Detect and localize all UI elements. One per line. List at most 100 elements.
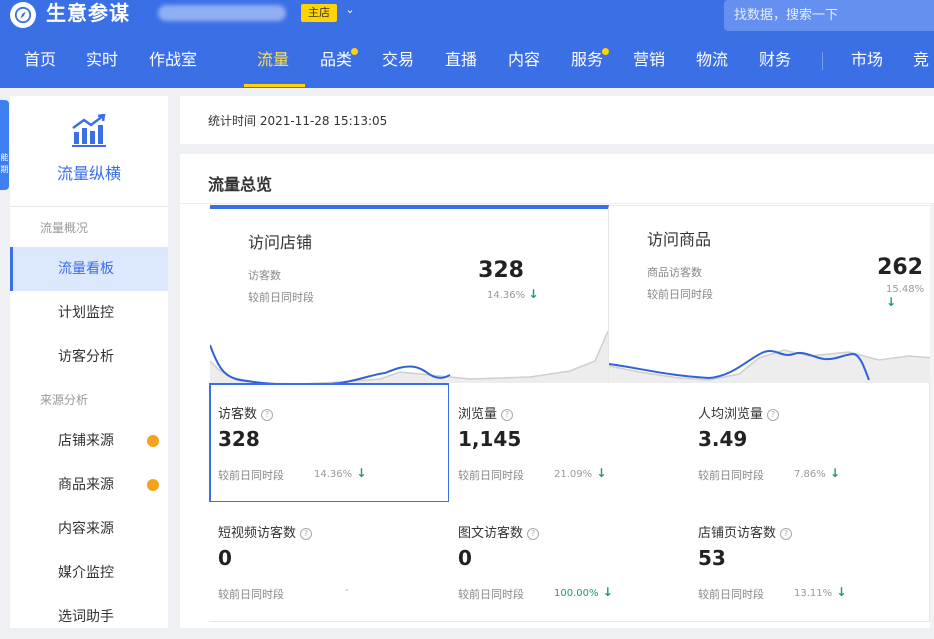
search-box[interactable]: [724, 0, 934, 31]
nav-item[interactable]: 首页: [24, 46, 56, 74]
card-value: 328: [478, 258, 524, 283]
visit-shop-card[interactable]: 访问店铺 访客数 较前日同时段 328 14.36% ↓: [210, 205, 609, 387]
card-title: 访问商品: [647, 230, 712, 249]
card-title: 访问店铺: [248, 233, 313, 252]
metric-compare-label: 较前日同时段: [458, 469, 524, 482]
metric-label-text: 浏览量: [458, 407, 498, 422]
arrow-down-icon: ↓: [832, 585, 847, 599]
sidebar-item-label: 选词助手: [58, 609, 114, 625]
sidebar-header: 流量纵横: [10, 96, 168, 207]
sidebar-item-label: 店铺来源: [58, 433, 114, 449]
card-change: 15.48% ↓: [886, 284, 925, 309]
nav-item[interactable]: 流量: [257, 46, 289, 74]
metric-card[interactable]: 短视频访客数? 0 较前日同时段 -: [209, 502, 450, 622]
nav-item[interactable]: 内容: [508, 46, 540, 74]
sidebar-item[interactable]: 计划监控: [10, 291, 168, 335]
nav-item[interactable]: 直播: [445, 46, 477, 74]
help-icon[interactable]: ?: [767, 409, 780, 421]
help-icon[interactable]: ?: [527, 528, 540, 540]
sidebar-item-label: 计划监控: [58, 305, 114, 321]
nav-item[interactable]: 服务: [571, 46, 603, 74]
card-value: 262: [877, 255, 923, 280]
nav-item[interactable]: 竞: [913, 46, 929, 74]
side-promo-strip[interactable]: 能 期: [0, 100, 9, 190]
metric-value: 53: [698, 546, 726, 570]
divider: [180, 203, 934, 204]
sidebar-item[interactable]: 商品来源: [10, 463, 168, 507]
sidebar-item-label: 流量看板: [58, 261, 114, 277]
main-shop-badge: 主店: [301, 4, 337, 22]
sidebar-item[interactable]: 流量看板: [10, 247, 168, 291]
card-compare-label: 较前日同时段: [248, 291, 314, 304]
sidebar-item[interactable]: 选词助手: [10, 595, 168, 639]
arrow-down-icon: ↓: [825, 466, 841, 480]
metric-change-value: 21.09%: [554, 469, 593, 480]
metric-label: 店铺页访客数?: [698, 522, 793, 541]
metric-label-text: 店铺页访客数: [698, 526, 777, 541]
nav-item[interactable]: 财务: [759, 46, 791, 74]
metric-label: 图文访客数?: [458, 522, 540, 541]
metric-card[interactable]: 店铺页访客数? 53 较前日同时段 13.11% ↓: [689, 502, 930, 622]
metric-card[interactable]: 人均浏览量? 3.49 较前日同时段 7.86% ↓: [689, 383, 930, 503]
sidebar-item-label: 媒介监控: [58, 565, 114, 581]
help-icon[interactable]: ?: [300, 528, 313, 540]
card-label: 商品访客数: [647, 266, 702, 279]
search-input[interactable]: [724, 0, 924, 31]
metric-change: 100.00% ↓: [554, 585, 613, 599]
arrow-down-icon: ↓: [886, 295, 897, 309]
card-label: 访客数: [248, 269, 281, 282]
metric-change-value: 7.86%: [794, 469, 826, 480]
help-icon[interactable]: ?: [261, 409, 274, 421]
nav-item[interactable]: 作战室: [149, 46, 197, 74]
metric-card[interactable]: 图文访客数? 0 较前日同时段 100.00% ↓: [449, 502, 690, 622]
arrow-down-icon: ↓: [352, 466, 367, 480]
metric-card[interactable]: 访客数? 328 较前日同时段 14.36% ↓: [209, 383, 450, 503]
nav-item[interactable]: 营销: [633, 46, 665, 74]
chevron-down-icon[interactable]: ⌄: [343, 3, 357, 17]
metric-card[interactable]: 浏览量? 1,145 较前日同时段 21.09% ↓: [449, 383, 690, 503]
arrow-down-icon: ↓: [592, 466, 607, 480]
nav-divider: [822, 52, 823, 70]
sidebar-item[interactable]: 访客分析: [10, 335, 168, 379]
sidebar-title: 流量纵横: [56, 164, 121, 183]
sidebar-item[interactable]: 内容来源: [10, 507, 168, 551]
arrow-down-icon: ↓: [528, 287, 539, 301]
stat-time: 统计时间 2021-11-28 15:13:05: [208, 114, 388, 128]
metric-change: 13.11% ↓: [794, 585, 846, 599]
metric-change-value: 14.36%: [314, 469, 353, 480]
metric-change-value: -: [345, 585, 349, 596]
shop-name-blurred: [158, 5, 286, 21]
panel-title: 流量总览: [208, 175, 273, 194]
app-name[interactable]: 生意参谋: [46, 0, 130, 26]
metric-value: 3.49: [698, 427, 748, 451]
metric-label-text: 访客数: [218, 407, 258, 422]
metric-compare-label: 较前日同时段: [698, 469, 764, 482]
sidebar-item-label: 访客分析: [58, 349, 114, 365]
card-change: 14.36% ↓: [487, 287, 539, 301]
nav-item[interactable]: 物流: [696, 46, 728, 74]
active-nav-underline: [244, 84, 305, 87]
sidebar-item[interactable]: 媒介监控: [10, 551, 168, 595]
sidebar-item[interactable]: 店铺来源: [10, 419, 168, 463]
main-nav: 首页 实时 作战室 流量 品类 交易 直播 内容 服务 营销 物流 财务 市场 竞: [0, 46, 934, 76]
nav-item[interactable]: 交易: [382, 46, 414, 74]
metric-value: 328: [218, 427, 260, 451]
help-icon[interactable]: ?: [501, 409, 514, 421]
metric-compare-label: 较前日同时段: [458, 588, 524, 601]
compass-logo-icon[interactable]: [10, 2, 36, 28]
visit-product-card[interactable]: 访问商品 商品访客数 较前日同时段 262 15.48% ↓: [609, 205, 934, 384]
help-icon[interactable]: ?: [780, 528, 793, 540]
metric-change: 21.09% ↓: [554, 466, 606, 480]
scroll-edge: [930, 204, 934, 628]
nav-item[interactable]: 实时: [86, 46, 118, 74]
nav-item[interactable]: 市场: [851, 46, 883, 74]
metric-compare-label: 较前日同时段: [218, 469, 284, 482]
metric-label-text: 图文访客数: [458, 526, 524, 541]
notification-dot: [147, 479, 159, 491]
bar-chart-trend-icon: [72, 113, 106, 147]
sidebar: 流量纵横 流量概况 流量看板 计划监控 访客分析 来源分析 店铺来源 商品来源 内容来源 媒介监…: [10, 96, 168, 628]
metric-value: 0: [218, 546, 232, 570]
metric-label: 短视频访客数?: [218, 522, 313, 541]
arrow-down-icon: ↓: [598, 585, 613, 599]
nav-item[interactable]: 品类: [320, 46, 352, 74]
